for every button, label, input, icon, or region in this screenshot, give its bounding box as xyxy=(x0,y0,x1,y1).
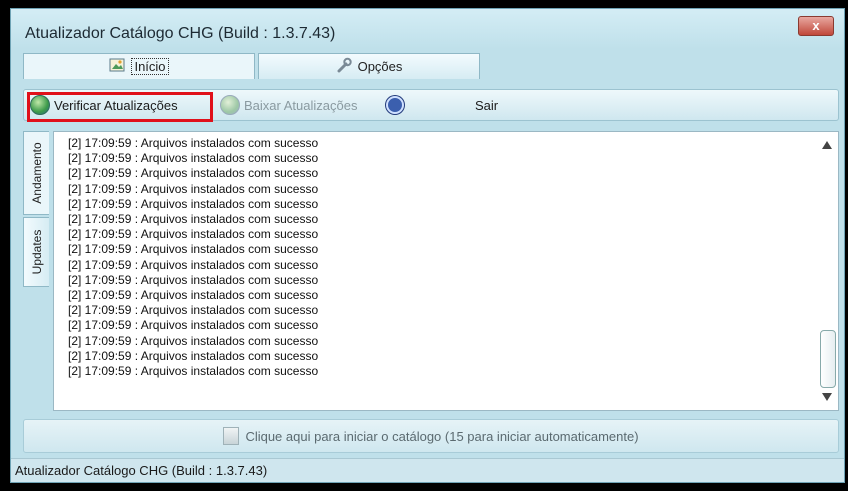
tab-updates-label: Updates xyxy=(29,229,44,275)
status-bar: Atualizador Catálogo CHG (Build : 1.3.7.… xyxy=(11,458,844,482)
log-line: [2] 17:09:59 : Arquivos instalados com s… xyxy=(68,242,319,257)
wrench-icon xyxy=(336,57,352,76)
tab-inicio-label: Início xyxy=(131,58,169,75)
globe-icon xyxy=(220,95,240,115)
baixar-label: Baixar Atualizações xyxy=(244,97,358,113)
sair-button[interactable]: Sair xyxy=(475,94,498,116)
exit-icon xyxy=(386,96,404,114)
highlight-box xyxy=(27,92,213,122)
log-panel[interactable]: [2] 17:09:59 : Arquivos instalados com s… xyxy=(53,131,839,411)
log-line: [2] 17:09:59 : Arquivos instalados com s… xyxy=(68,333,319,348)
log-line: [2] 17:09:59 : Arquivos instalados com s… xyxy=(68,151,319,166)
image-icon xyxy=(109,58,125,75)
window-title: Atualizador Catálogo CHG (Build : 1.3.7.… xyxy=(25,25,336,42)
start-catalog-label: Clique aqui para iniciar o catálogo (15 … xyxy=(245,428,639,444)
tab-opcoes-label: Opções xyxy=(357,59,403,74)
log-line: [2] 17:09:59 : Arquivos instalados com s… xyxy=(68,181,319,196)
log-line: [2] 17:09:59 : Arquivos instalados com s… xyxy=(68,166,319,181)
log-line: [2] 17:09:59 : Arquivos instalados com s… xyxy=(68,196,319,211)
log-line: [2] 17:09:59 : Arquivos instalados com s… xyxy=(68,364,319,379)
scroll-down-icon[interactable] xyxy=(822,393,832,401)
title-bar[interactable]: Atualizador Catálogo CHG (Build : 1.3.7.… xyxy=(11,9,844,49)
tab-updates[interactable]: Updates xyxy=(23,217,49,287)
log-line: [2] 17:09:59 : Arquivos instalados com s… xyxy=(68,348,319,363)
vertical-scrollbar[interactable] xyxy=(818,132,838,410)
log-line: [2] 17:09:59 : Arquivos instalados com s… xyxy=(68,212,319,227)
log-line: [2] 17:09:59 : Arquivos instalados com s… xyxy=(68,288,319,303)
log-line: [2] 17:09:59 : Arquivos instalados com s… xyxy=(68,272,319,287)
document-icon xyxy=(223,427,240,445)
tab-opcoes[interactable]: Opções xyxy=(258,53,480,79)
baixar-atualizacoes-button[interactable]: Baixar Atualizações xyxy=(220,94,357,116)
exit-icon-button[interactable] xyxy=(386,94,404,116)
log-line: [2] 17:09:59 : Arquivos instalados com s… xyxy=(68,136,319,150)
scroll-thumb[interactable] xyxy=(820,330,836,388)
log-line: [2] 17:09:59 : Arquivos instalados com s… xyxy=(68,303,319,318)
tab-andamento-label: Andamento xyxy=(29,142,44,204)
log-line: [2] 17:09:59 : Arquivos instalados com s… xyxy=(68,227,319,242)
scroll-up-icon[interactable] xyxy=(822,141,832,149)
log-line: [2] 17:09:59 : Arquivos instalados com s… xyxy=(68,318,319,333)
app-window: Atualizador Catálogo CHG (Build : 1.3.7.… xyxy=(10,8,845,483)
sair-label: Sair xyxy=(475,97,499,113)
log-list: [2] 17:09:59 : Arquivos instalados com s… xyxy=(68,136,318,379)
close-button[interactable]: x xyxy=(798,16,834,36)
log-line: [2] 17:09:59 : Arquivos instalados com s… xyxy=(68,257,319,272)
tab-andamento[interactable]: Andamento xyxy=(23,131,49,215)
tab-inicio[interactable]: Início xyxy=(23,53,255,79)
start-catalog-button[interactable]: Clique aqui para iniciar o catálogo (15 … xyxy=(23,419,839,453)
